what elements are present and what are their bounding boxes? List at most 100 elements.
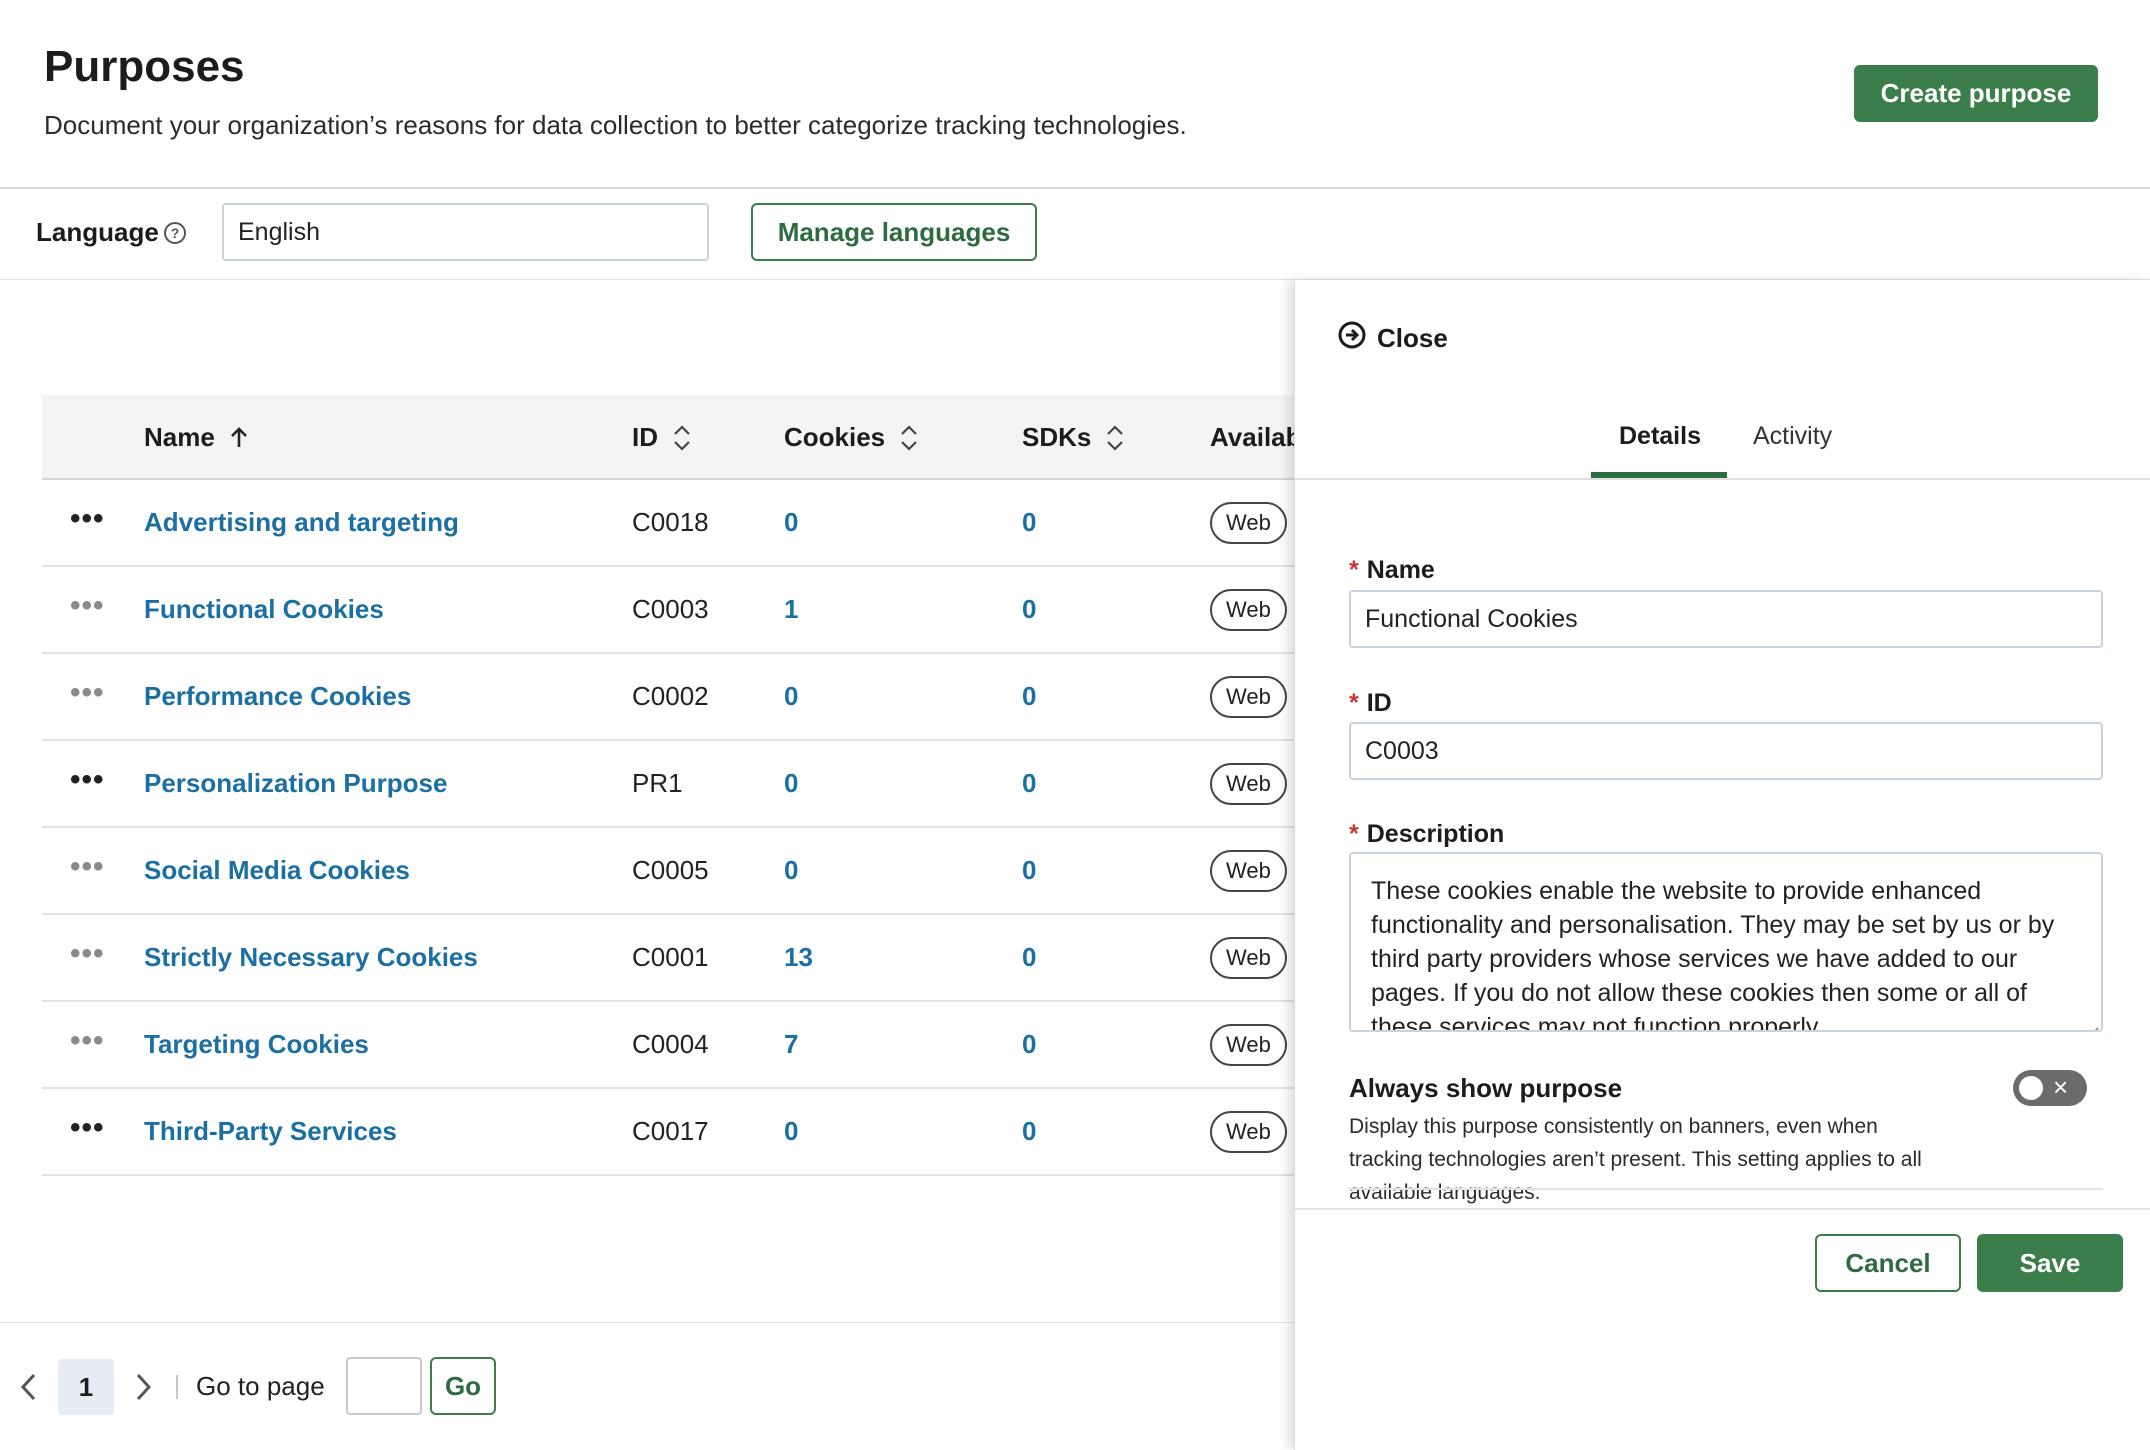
sdks-count-link[interactable]: 0 bbox=[1022, 1116, 1036, 1147]
go-to-page-input[interactable] bbox=[346, 1357, 422, 1415]
table-row: ••• Targeting Cookies C0004 7 0 Web bbox=[42, 1002, 1294, 1089]
create-purpose-button[interactable]: Create purpose bbox=[1854, 65, 2098, 122]
row-actions-menu-icon[interactable]: ••• bbox=[70, 1111, 105, 1145]
row-actions-menu-icon[interactable]: ••• bbox=[70, 676, 105, 710]
go-to-page-label: Go to page bbox=[196, 1371, 325, 1401]
cookies-count-link[interactable]: 7 bbox=[784, 1029, 798, 1060]
purpose-name-link[interactable]: Third-Party Services bbox=[144, 1116, 397, 1147]
table-row: ••• Advertising and targeting C0018 0 0 … bbox=[42, 480, 1294, 567]
cookies-count-link[interactable]: 13 bbox=[784, 942, 813, 973]
close-label: Close bbox=[1377, 323, 1448, 353]
purpose-name-link[interactable]: Personalization Purpose bbox=[144, 768, 447, 799]
column-header-cookies[interactable]: Cookies bbox=[784, 422, 919, 453]
purpose-name-link[interactable]: Advertising and targeting bbox=[144, 507, 459, 538]
go-button[interactable]: Go bbox=[430, 1357, 496, 1415]
description-text: These cookies enable the website to prov… bbox=[1371, 877, 2055, 1032]
column-header-name[interactable]: Name bbox=[144, 422, 249, 453]
column-header-id[interactable]: ID bbox=[632, 422, 692, 453]
sdks-count-link[interactable]: 0 bbox=[1022, 594, 1036, 625]
active-tab-indicator bbox=[1591, 472, 1727, 478]
cookies-count-link[interactable]: 0 bbox=[784, 855, 798, 886]
cookies-count-link[interactable]: 0 bbox=[784, 768, 798, 799]
table-row: ••• Functional Cookies C0003 1 0 Web bbox=[42, 567, 1294, 654]
sdks-count-link[interactable]: 0 bbox=[1022, 855, 1036, 886]
close-panel-button[interactable]: Close bbox=[1337, 320, 1448, 357]
purpose-id: C0001 bbox=[632, 942, 709, 972]
close-x-icon: × bbox=[2053, 1072, 2069, 1102]
cookies-count-link[interactable]: 1 bbox=[784, 594, 798, 625]
required-marker: * bbox=[1349, 556, 1359, 584]
purpose-name-link[interactable]: Performance Cookies bbox=[144, 681, 411, 712]
resize-grip-icon[interactable] bbox=[2085, 1014, 2099, 1030]
current-page-button[interactable]: 1 bbox=[58, 1359, 114, 1415]
row-actions-menu-icon[interactable]: ••• bbox=[70, 502, 105, 536]
manage-languages-button[interactable]: Manage languages bbox=[751, 203, 1037, 261]
help-circle-icon[interactable]: ? bbox=[164, 222, 186, 244]
panel-footer-divider bbox=[1295, 1208, 2150, 1210]
chevron-right-icon[interactable] bbox=[132, 1371, 154, 1408]
table-row: ••• Strictly Necessary Cookies C0001 13 … bbox=[42, 915, 1294, 1002]
row-actions-menu-icon[interactable]: ••• bbox=[70, 763, 105, 797]
row-actions-menu-icon[interactable]: ••• bbox=[70, 850, 105, 884]
purpose-id: PR1 bbox=[632, 768, 683, 798]
purpose-name-link[interactable]: Social Media Cookies bbox=[144, 855, 410, 886]
description-textarea[interactable]: These cookies enable the website to prov… bbox=[1349, 852, 2103, 1032]
availability-badge: Web bbox=[1210, 502, 1287, 544]
close-circle-arrow-icon bbox=[1337, 320, 1367, 357]
availability-badge: Web bbox=[1210, 589, 1287, 631]
sdks-count-link[interactable]: 0 bbox=[1022, 1029, 1036, 1060]
sdks-count-link[interactable]: 0 bbox=[1022, 942, 1036, 973]
always-show-purpose-description: Display this purpose consistently on ban… bbox=[1349, 1115, 1922, 1204]
sdks-count-link[interactable]: 0 bbox=[1022, 681, 1036, 712]
cookies-count-link[interactable]: 0 bbox=[784, 681, 798, 712]
page-title: Purposes bbox=[44, 42, 245, 91]
cancel-button[interactable]: Cancel bbox=[1815, 1234, 1961, 1292]
purpose-id: C0002 bbox=[632, 681, 709, 711]
name-field-label: * Name bbox=[1349, 556, 1435, 584]
table-row: ••• Performance Cookies C0002 0 0 Web bbox=[42, 654, 1294, 741]
purpose-id: C0005 bbox=[632, 855, 709, 885]
id-input[interactable]: C0003 bbox=[1349, 722, 2103, 780]
id-field-label: * ID bbox=[1349, 689, 1392, 717]
chevron-left-icon[interactable] bbox=[18, 1371, 40, 1408]
table-header: Name ID Cookies SDKs Availab bbox=[42, 395, 1302, 480]
page-subtitle: Document your organization’s reasons for… bbox=[44, 110, 1187, 140]
page-header: Purposes Document your organization’s re… bbox=[0, 0, 2150, 189]
sort-ascending-icon bbox=[229, 426, 249, 450]
table-row: ••• Personalization Purpose PR1 0 0 Web bbox=[42, 741, 1294, 828]
name-input[interactable]: Functional Cookies bbox=[1349, 590, 2103, 648]
sort-icon bbox=[672, 423, 692, 453]
always-show-purpose-toggle[interactable]: × bbox=[2013, 1070, 2087, 1106]
column-header-sdks[interactable]: SDKs bbox=[1022, 422, 1125, 453]
column-header-availability[interactable]: Availab bbox=[1210, 422, 1302, 453]
availability-badge: Web bbox=[1210, 850, 1287, 892]
row-actions-menu-icon[interactable]: ••• bbox=[70, 589, 105, 623]
purpose-id: C0004 bbox=[632, 1029, 709, 1059]
tab-activity[interactable]: Activity bbox=[1753, 422, 1832, 451]
sdks-count-link[interactable]: 0 bbox=[1022, 768, 1036, 799]
cookies-count-link[interactable]: 0 bbox=[784, 507, 798, 538]
required-marker: * bbox=[1349, 820, 1359, 848]
availability-badge: Web bbox=[1210, 763, 1287, 805]
table-row: ••• Social Media Cookies C0005 0 0 Web bbox=[42, 828, 1294, 915]
purpose-name-link[interactable]: Targeting Cookies bbox=[144, 1029, 369, 1060]
purpose-name-link[interactable]: Strictly Necessary Cookies bbox=[144, 942, 478, 973]
language-label: Language bbox=[36, 217, 159, 247]
purpose-name-link[interactable]: Functional Cookies bbox=[144, 594, 384, 625]
sort-icon bbox=[1105, 423, 1125, 453]
pagination-divider bbox=[176, 1375, 178, 1399]
row-actions-menu-icon[interactable]: ••• bbox=[70, 1024, 105, 1058]
sort-icon bbox=[899, 423, 919, 453]
purpose-id: C0017 bbox=[632, 1116, 709, 1146]
description-field-label: * Description bbox=[1349, 820, 1505, 848]
language-select[interactable]: English bbox=[222, 203, 709, 261]
availability-badge: Web bbox=[1210, 676, 1287, 718]
cookies-count-link[interactable]: 0 bbox=[784, 1116, 798, 1147]
tab-details[interactable]: Details bbox=[1619, 422, 1701, 451]
availability-badge: Web bbox=[1210, 1111, 1287, 1153]
pagination: 1 Go to page Go bbox=[0, 1322, 1294, 1450]
save-button[interactable]: Save bbox=[1977, 1234, 2123, 1292]
language-bar: Language ? English Manage languages bbox=[0, 189, 2150, 280]
row-actions-menu-icon[interactable]: ••• bbox=[70, 937, 105, 971]
sdks-count-link[interactable]: 0 bbox=[1022, 507, 1036, 538]
